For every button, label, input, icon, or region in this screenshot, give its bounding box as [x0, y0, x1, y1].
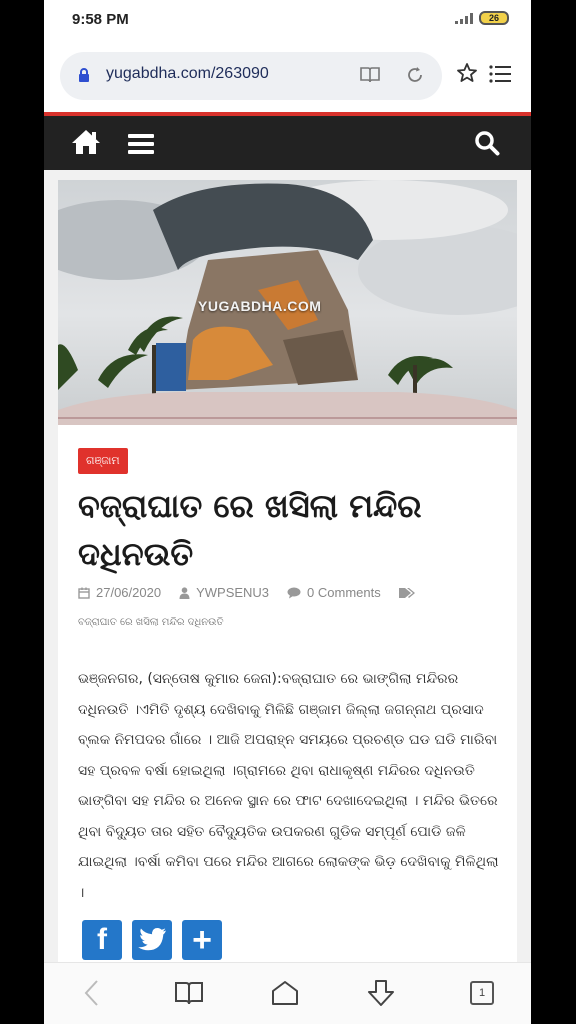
home-icon[interactable] [70, 128, 102, 156]
bookmark-star-icon[interactable] [456, 62, 478, 84]
url-text[interactable]: yugabdha.com/263090 [106, 65, 269, 83]
home-nav-icon[interactable] [270, 979, 300, 1007]
article-body: ଭଞ୍ଜନଗର, (ସନ୍ତୋଷ କୁମାର ଜେନା):ବଜ୍ରାଘାତ ରେ… [78, 671, 499, 901]
status-time: 9:58 PM [72, 11, 129, 28]
tabs-count-button[interactable]: 1 [470, 981, 494, 1005]
comment-icon [287, 587, 301, 598]
battery-icon: 26 [479, 11, 509, 25]
user-icon [179, 586, 190, 599]
browser-bottom-nav: 1 [44, 962, 531, 1024]
category-badge[interactable]: ଗଞ୍ଜାମ [78, 448, 128, 474]
article-author[interactable]: YWPSENU3 [196, 585, 269, 600]
tags-icon [398, 587, 415, 598]
back-icon[interactable] [82, 979, 102, 1007]
bookmarks-icon[interactable] [174, 979, 204, 1007]
article-title: ବଜ୍ରାଘାତ ରେ ଖସିଲା ମନ୍ଦିର ଦଧିନଉତି [78, 487, 422, 573]
share-buttons: f + [82, 920, 222, 960]
download-icon[interactable] [366, 979, 396, 1009]
article-meta: 27/06/2020 YWPSENU3 0 Comments [78, 585, 508, 600]
browser-menu-icon[interactable] [488, 64, 512, 84]
more-share-button[interactable]: + [182, 920, 222, 960]
article-tag[interactable]: ବଜ୍ରାଘାତ ରେ ଖସିଲା ମନ୍ଦିର ଦଧିନଉତି [78, 617, 224, 628]
article-date: 27/06/2020 [96, 585, 162, 600]
status-icons: 26 [455, 11, 509, 25]
calendar-icon [78, 587, 90, 599]
phone-screen: 9:58 PM 26 yugabdha.com/263090 YUGABDHA.… [44, 0, 531, 1024]
signal-icon [455, 12, 473, 24]
reload-icon[interactable] [406, 66, 424, 84]
comments-count[interactable]: 0 Comments [307, 585, 381, 600]
reader-mode-icon[interactable] [360, 66, 380, 84]
search-icon[interactable] [474, 130, 500, 156]
site-navbar [44, 116, 531, 170]
twitter-bird-icon [138, 928, 166, 951]
lock-icon [79, 68, 89, 82]
facebook-share-button[interactable]: f [82, 920, 122, 960]
twitter-share-button[interactable] [132, 920, 172, 960]
address-bar[interactable]: yugabdha.com/263090 [60, 52, 442, 100]
status-bar: 9:58 PM 26 [44, 0, 531, 40]
hamburger-menu-icon[interactable] [128, 134, 154, 154]
article-card: YUGABDHA.COM ଗଞ୍ଜାମ ବଜ୍ରାଘାତ ରେ ଖସିଲା ମନ… [58, 180, 517, 970]
hero-image[interactable]: YUGABDHA.COM [58, 180, 517, 425]
image-watermark: YUGABDHA.COM [198, 298, 322, 314]
